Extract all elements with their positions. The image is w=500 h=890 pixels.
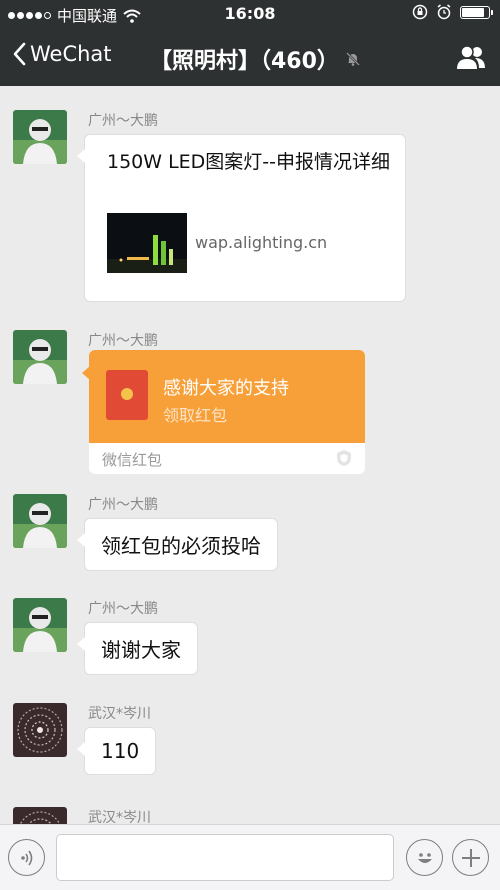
- rotation-lock-icon: [412, 4, 428, 20]
- sender-name: 武汉*岑川: [88, 706, 151, 722]
- message-list[interactable]: 广州～大鹏 150W LED图案灯--申报情况详细 wap.alighting.…: [0, 86, 500, 824]
- avatar[interactable]: [13, 807, 67, 824]
- group-name: 【照明村】（460）: [150, 49, 339, 74]
- back-label: WeChat: [30, 42, 112, 66]
- link-thumbnail: [107, 213, 187, 273]
- link-domain: wap.alighting.cn: [195, 233, 328, 252]
- plus-icon: [461, 848, 480, 867]
- group-icon: [457, 45, 485, 69]
- group-members-button[interactable]: [456, 44, 486, 74]
- chevron-left-icon: [13, 42, 26, 66]
- bell-off-icon: [346, 52, 360, 66]
- back-button[interactable]: WeChat: [12, 42, 112, 66]
- alarm-icon: [437, 4, 451, 20]
- sender-name: 广州～大鹏: [88, 333, 158, 349]
- more-button[interactable]: [452, 839, 489, 876]
- emoji-icon: [417, 852, 432, 863]
- avatar[interactable]: [13, 494, 67, 548]
- avatar[interactable]: [13, 598, 67, 652]
- status-bar: 中国联通 16:08: [0, 0, 500, 28]
- message-input[interactable]: [56, 834, 394, 881]
- red-packet-action: 领取红包: [163, 406, 228, 425]
- sender-name: 广州～大鹏: [88, 601, 158, 617]
- sender-name: 广州～大鹏: [88, 113, 158, 129]
- chat-title[interactable]: 【照明村】（460）: [150, 43, 361, 75]
- chat-header: WeChat 【照明村】（460）: [0, 28, 500, 86]
- message-bubble[interactable]: 领红包的必须投哈: [77, 518, 278, 571]
- sender-name: 广州～大鹏: [88, 497, 158, 513]
- link-card[interactable]: 150W LED图案灯--申报情况详细 wap.alighting.cn: [77, 134, 406, 302]
- red-packet-card[interactable]: 感谢大家的支持 领取红包 微信红包: [89, 350, 365, 474]
- link-title: 150W LED图案灯--申报情况详细: [107, 151, 391, 173]
- emoji-button[interactable]: [406, 839, 443, 876]
- red-packet-message: 感谢大家的支持: [163, 378, 289, 399]
- message-bubble[interactable]: 谢谢大家: [77, 622, 198, 675]
- avatar[interactable]: [13, 110, 67, 164]
- voice-button[interactable]: [8, 839, 45, 876]
- sender-name: 武汉*岑川: [88, 810, 151, 824]
- input-bar: [0, 824, 500, 890]
- avatar[interactable]: [13, 703, 67, 757]
- red-envelope-icon: [106, 370, 148, 420]
- voice-icon: [20, 850, 32, 865]
- message-bubble[interactable]: 110: [76, 727, 157, 775]
- avatar[interactable]: [13, 330, 67, 384]
- battery-icon: [460, 5, 493, 19]
- shield-icon: [337, 450, 351, 466]
- red-packet-brand: 微信红包: [102, 451, 163, 469]
